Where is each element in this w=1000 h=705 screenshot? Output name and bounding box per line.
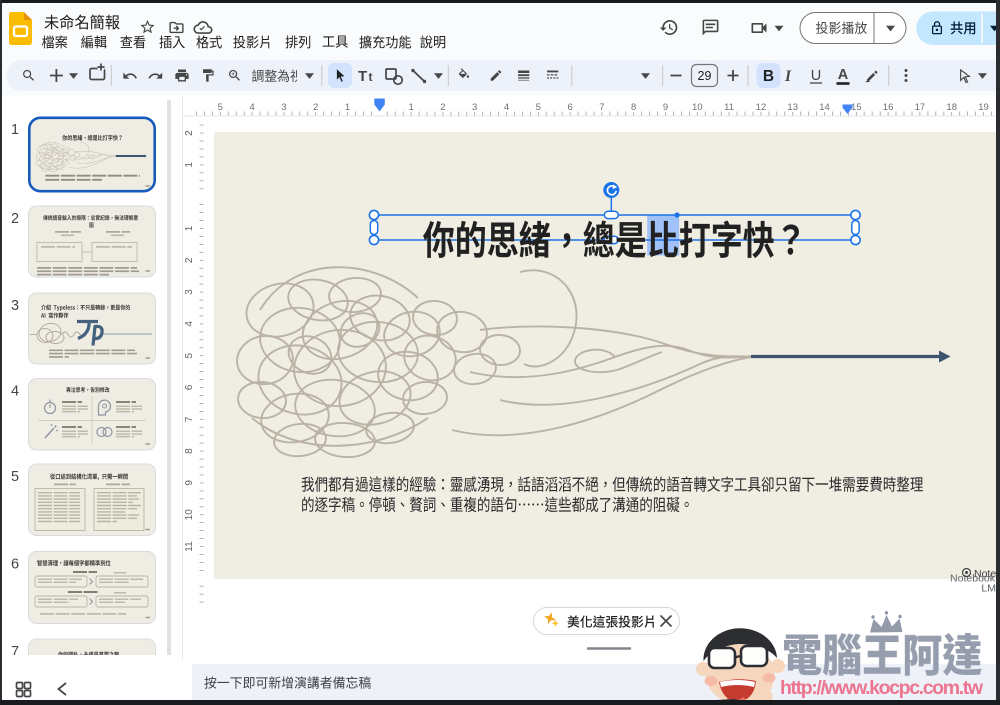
svg-text:LM: LM xyxy=(981,583,996,595)
svg-text:5: 5 xyxy=(218,102,223,113)
svg-text:U: U xyxy=(811,68,821,84)
svg-text:10: 10 xyxy=(692,102,703,113)
svg-text:1: 1 xyxy=(11,122,19,138)
svg-text:19: 19 xyxy=(978,102,989,113)
svg-text:6: 6 xyxy=(184,384,195,390)
svg-text:8: 8 xyxy=(631,102,636,113)
svg-text:11: 11 xyxy=(184,541,195,552)
svg-text:1: 1 xyxy=(184,225,195,231)
svg-text:3: 3 xyxy=(184,289,195,295)
svg-text:7: 7 xyxy=(599,102,604,113)
svg-text:13: 13 xyxy=(787,102,798,113)
svg-text:11: 11 xyxy=(724,102,734,113)
svg-text:8: 8 xyxy=(184,448,195,454)
svg-text:2: 2 xyxy=(440,102,445,113)
svg-text:3: 3 xyxy=(281,102,286,113)
svg-text:7: 7 xyxy=(184,416,195,422)
svg-text:6: 6 xyxy=(11,557,19,573)
svg-text:1: 1 xyxy=(408,102,413,113)
svg-text:15: 15 xyxy=(851,102,862,113)
svg-text:5: 5 xyxy=(536,102,541,113)
svg-text:2: 2 xyxy=(11,211,19,227)
svg-text:18: 18 xyxy=(946,102,957,113)
svg-text:t: t xyxy=(369,70,373,84)
svg-text:12: 12 xyxy=(756,102,767,113)
svg-text:5: 5 xyxy=(11,469,19,485)
svg-text:A: A xyxy=(838,67,849,83)
svg-text:1: 1 xyxy=(184,162,195,168)
svg-text:5: 5 xyxy=(184,352,195,358)
svg-text:B: B xyxy=(763,68,774,85)
svg-text:3: 3 xyxy=(11,298,19,314)
svg-text:4: 4 xyxy=(249,102,254,113)
svg-text:http://www.kocpc.com.tw: http://www.kocpc.com.tw xyxy=(780,677,984,699)
svg-text:16: 16 xyxy=(883,102,894,113)
svg-text:10: 10 xyxy=(184,509,195,521)
svg-text:T: T xyxy=(358,68,367,85)
svg-text:4: 4 xyxy=(504,102,509,113)
svg-text:9: 9 xyxy=(184,480,195,486)
svg-text:6: 6 xyxy=(567,102,572,113)
svg-text:4: 4 xyxy=(11,384,19,400)
svg-text:2: 2 xyxy=(313,102,318,113)
svg-text:4: 4 xyxy=(184,321,195,327)
svg-text:2: 2 xyxy=(184,257,195,263)
svg-text:2: 2 xyxy=(184,130,195,136)
svg-text:17: 17 xyxy=(915,102,926,113)
svg-text:29: 29 xyxy=(698,69,712,83)
svg-text:9: 9 xyxy=(663,102,668,113)
svg-text:I: I xyxy=(784,68,792,85)
svg-text:1: 1 xyxy=(345,102,350,113)
svg-text:3: 3 xyxy=(472,102,477,113)
svg-text:14: 14 xyxy=(819,102,830,113)
